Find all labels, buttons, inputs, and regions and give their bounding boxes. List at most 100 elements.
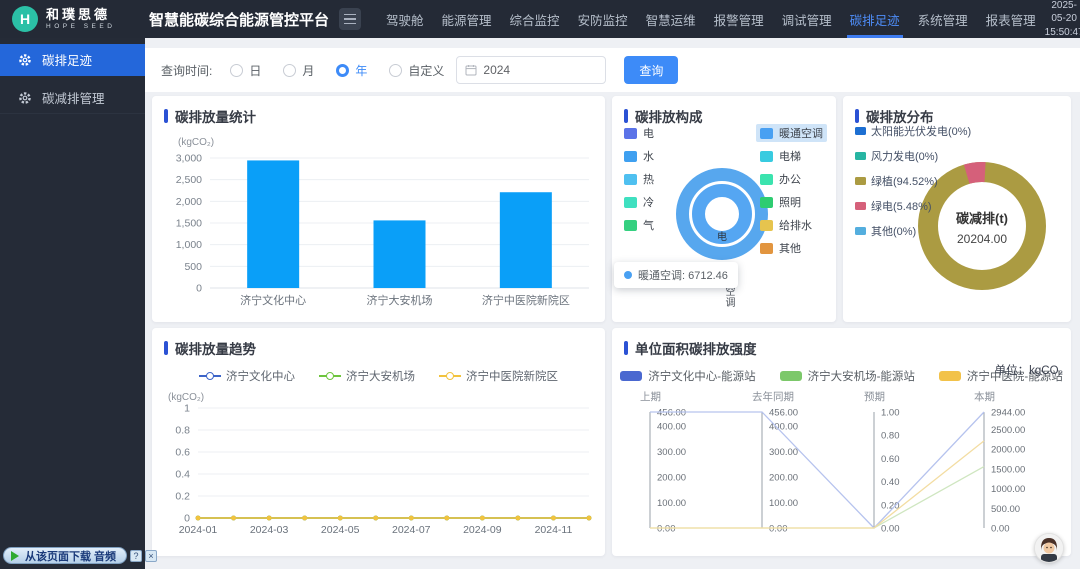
nav-item-9[interactable]: 报表管理 — [977, 0, 1045, 38]
search-button[interactable]: 查询 — [624, 56, 679, 84]
logo: H 和璞思德 HOPE SEED — [0, 6, 145, 32]
nav-item-7[interactable]: 碳排足迹 — [841, 0, 909, 38]
svg-text:0.80: 0.80 — [881, 431, 900, 442]
legend-item[interactable]: 电 — [620, 124, 658, 142]
svg-text:0.60: 0.60 — [881, 454, 900, 465]
svg-text:2024-01: 2024-01 — [179, 524, 218, 536]
nav-item-4[interactable]: 智慧运维 — [637, 0, 705, 38]
svg-text:456.00: 456.00 — [769, 408, 798, 419]
legend-item[interactable]: 气 — [620, 216, 658, 234]
svg-text:0: 0 — [184, 513, 190, 525]
svg-text:1500.00: 1500.00 — [991, 464, 1025, 475]
legend-item[interactable]: 电梯 — [756, 147, 827, 165]
parallel-coordinates-chart[interactable]: 上期 456.00 400.00 300.00 200.00 100.00 0.00 去年同期… — [616, 388, 1063, 556]
download-help-button[interactable]: ? — [130, 549, 143, 562]
panel-emission-stats: 碳排放量统计 (kgCO₂) 0 500 1,000 1,500 2,000 2,500 3,… — [152, 96, 605, 322]
datetime-display: 2025-05-20 15:50:47 — [1044, 0, 1080, 38]
logo-icon: H — [12, 6, 38, 32]
bar-chart[interactable]: (kgCO₂) 0 500 1,000 1,500 2,000 2,500 3,000 济宁文化… — [152, 132, 605, 320]
svg-text:0.6: 0.6 — [175, 447, 190, 459]
svg-text:3,000: 3,000 — [176, 153, 202, 165]
svg-text:电: 电 — [717, 230, 727, 243]
sidebar-item-0[interactable]: 碳排足迹 — [0, 44, 145, 76]
legend-item[interactable]: 办公 — [756, 170, 827, 188]
main-content: 查询时间: 日 月 年 自定义 2024 查询 碳排放量统计 (kgCO₂) 0 500 1… — [145, 38, 1080, 569]
svg-text:本期: 本期 — [974, 390, 995, 403]
legend-item[interactable]: 风力发电(0%) — [851, 147, 975, 165]
download-audio-button[interactable]: 从该页面下载 音频 — [3, 547, 128, 564]
svg-text:上期: 上期 — [640, 391, 661, 403]
radio-icon — [230, 63, 244, 77]
legend-item[interactable]: 济宁文化中心-能源站 — [620, 368, 756, 384]
panel-emission-trend: 碳排放量趋势 济宁文化中心 济宁大安机场 济宁中医院新院区 (kgCO₂) 0 0.2 0… — [152, 328, 605, 556]
radio-option-3[interactable]: 自定义 — [389, 62, 444, 79]
tooltip-series-dot — [624, 271, 632, 279]
legend-item[interactable]: 照明 — [756, 193, 827, 211]
svg-text:1.00: 1.00 — [881, 408, 900, 419]
svg-text:500.00: 500.00 — [991, 504, 1020, 515]
svg-text:400.00: 400.00 — [657, 422, 686, 433]
sidebar: 碳排足迹 碳减排管理 — [0, 38, 145, 569]
nav-item-2[interactable]: 综合监控 — [501, 0, 569, 38]
distribution-legend: 太阳能光伏发电(0%) 风力发电(0%) 绿植(94.52%) 绿电(5.48%) 其他… — [851, 122, 975, 240]
radio-option-2[interactable]: 年 — [336, 62, 367, 79]
svg-text:2024-09: 2024-09 — [463, 524, 502, 536]
query-time-label: 查询时间: — [161, 63, 213, 78]
legend-item[interactable]: 热 — [620, 170, 658, 188]
gear-icon — [19, 91, 31, 104]
radio-option-1[interactable]: 月 — [283, 62, 314, 79]
app-header: H 和璞思德 HOPE SEED 智慧能碳综合能源管控平台 驾驶舱 能源管理 综合监… — [0, 0, 1080, 38]
trend-line-chart[interactable]: (kgCO₂) 0 0.2 0.4 0.6 0.8 1 2024-01 2024-03 2024-… — [152, 388, 605, 554]
legend-item[interactable]: 济宁中医院新院区 — [439, 368, 558, 384]
legend-item[interactable]: 济宁大安机场 — [319, 368, 415, 384]
nav-item-5[interactable]: 报警管理 — [705, 0, 773, 38]
title-marker — [624, 341, 628, 355]
svg-text:(kgCO₂): (kgCO₂) — [168, 392, 204, 403]
legend-item[interactable]: 暖通空调 — [756, 124, 827, 142]
svg-text:0.00: 0.00 — [769, 524, 788, 535]
svg-text:2024-05: 2024-05 — [321, 524, 360, 536]
svg-text:2944.00: 2944.00 — [991, 408, 1025, 419]
svg-text:0.2: 0.2 — [175, 491, 190, 503]
title-marker — [164, 109, 168, 123]
svg-text:济宁文化中心: 济宁文化中心 — [240, 293, 306, 307]
legend-item[interactable]: 济宁文化中心 — [199, 368, 295, 384]
query-bar: 查询时间: 日 月 年 自定义 2024 查询 — [145, 48, 1080, 92]
legend-item[interactable]: 给排水 — [756, 216, 827, 234]
sidebar-item-1[interactable]: 碳减排管理 — [0, 82, 145, 114]
composition-legend-right: 暖通空调电梯办公照明给排水其他 — [756, 124, 827, 257]
title-marker — [164, 341, 168, 355]
intensity-legend: 济宁文化中心-能源站 济宁大安机场-能源站 济宁中医院-能源站 单位：kgCO₂ — [612, 364, 1071, 388]
nav-item-6[interactable]: 调试管理 — [773, 0, 841, 38]
nav-item-8[interactable]: 系统管理 — [909, 0, 977, 38]
svg-text:1,500: 1,500 — [176, 218, 202, 230]
composition-legend-left: 电水热冷气 — [620, 124, 658, 234]
svg-text:200.00: 200.00 — [657, 473, 686, 484]
svg-text:2000.00: 2000.00 — [991, 445, 1025, 456]
legend-item[interactable]: 绿电(5.48%) — [851, 197, 975, 215]
download-close-button[interactable]: × — [145, 549, 158, 562]
assistant-avatar[interactable] — [1034, 533, 1064, 563]
nav-item-0[interactable]: 驾驶舱 — [377, 0, 433, 38]
legend-item[interactable]: 太阳能光伏发电(0%) — [851, 122, 975, 140]
date-input[interactable]: 2024 — [456, 56, 607, 84]
calendar-icon — [465, 65, 477, 76]
top-nav: 驾驶舱 能源管理 综合监控 安防监控 智慧运维 报警管理 调试管理 碳排足迹 系统管理 报表管理 — [377, 0, 1045, 38]
legend-item[interactable]: 济宁大安机场-能源站 — [779, 368, 915, 384]
radio-option-0[interactable]: 日 — [230, 62, 261, 79]
svg-text:300.00: 300.00 — [657, 447, 686, 458]
legend-item[interactable]: 水 — [620, 147, 658, 165]
legend-item[interactable]: 其他 — [756, 239, 827, 257]
svg-text:1: 1 — [184, 403, 190, 415]
nav-item-3[interactable]: 安防监控 — [569, 0, 637, 38]
legend-item[interactable]: 绿植(94.52%) — [851, 172, 975, 190]
radio-icon — [283, 63, 297, 77]
legend-item[interactable]: 冷 — [620, 193, 658, 211]
svg-text:200.00: 200.00 — [769, 473, 798, 484]
nav-item-1[interactable]: 能源管理 — [433, 0, 501, 38]
svg-text:1,000: 1,000 — [176, 239, 202, 251]
menu-toggle-icon[interactable] — [339, 8, 362, 30]
svg-text:0.8: 0.8 — [175, 425, 190, 437]
brand-name-en: HOPE SEED — [46, 22, 116, 30]
legend-item[interactable]: 其他(0%) — [851, 222, 975, 240]
